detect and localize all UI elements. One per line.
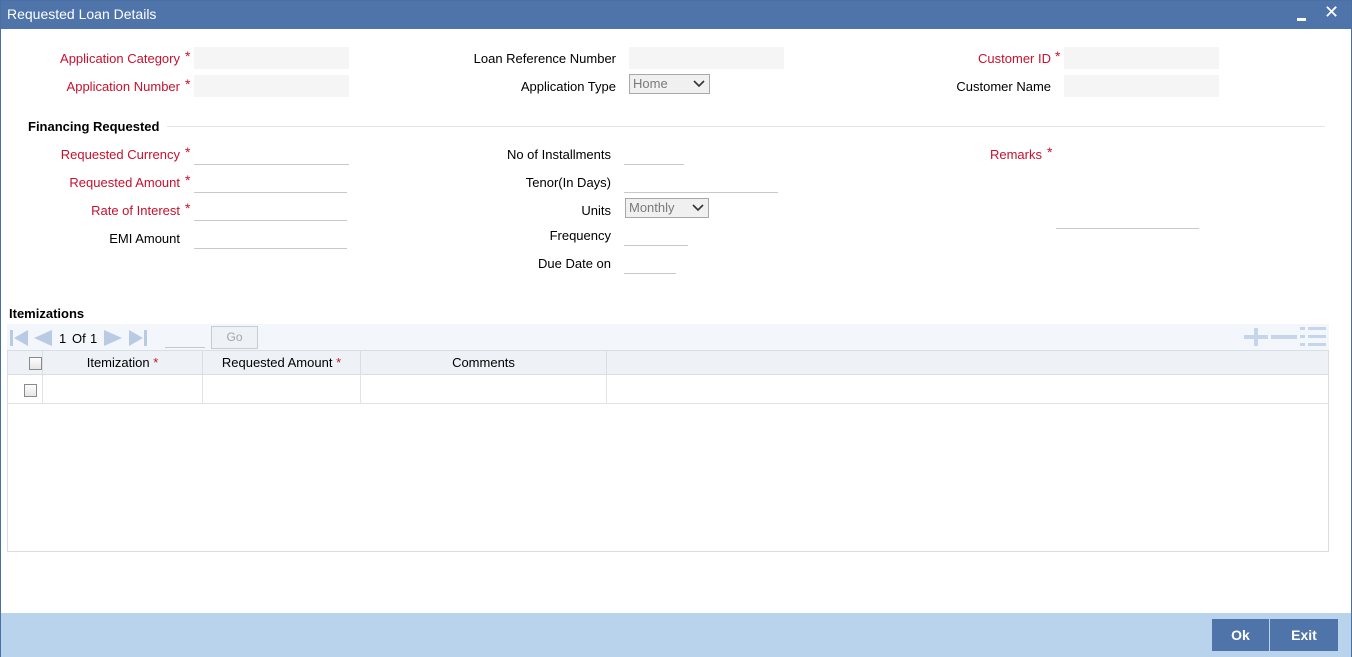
remarks-input[interactable] <box>1056 207 1199 229</box>
chevron-down-icon <box>692 204 704 212</box>
customer-name-label: Customer Name <box>956 79 1051 94</box>
add-row-icon[interactable] <box>1244 328 1268 346</box>
page-of-label: Of <box>72 331 86 346</box>
no-of-installments-label: No of Installments <box>506 147 611 162</box>
no-of-installments-input[interactable] <box>624 143 684 165</box>
frequency-input[interactable] <box>624 224 688 246</box>
emi-amount-input[interactable] <box>194 227 347 249</box>
select-all-cell <box>8 351 43 375</box>
table-row[interactable] <box>8 375 1328 404</box>
due-date-on-input[interactable] <box>624 252 676 274</box>
requested-currency-label: Requested Currency <box>60 147 180 162</box>
table-header: Itemization * Requested Amount * Comment… <box>8 351 1328 375</box>
application-type-label: Application Type <box>520 79 616 94</box>
row-checkbox[interactable] <box>24 384 37 397</box>
itemizations-table: Itemization * Requested Amount * Comment… <box>7 350 1329 552</box>
tenor-input[interactable] <box>624 171 778 193</box>
go-button[interactable]: Go <box>211 326 258 349</box>
requested-currency-input[interactable] <box>194 143 349 165</box>
customer-id-label: Customer ID <box>978 51 1051 66</box>
tenor-label: Tenor(In Days) <box>525 175 611 190</box>
requested-amount-label: Requested Amount <box>69 175 180 190</box>
close-icon[interactable]: ✕ <box>1324 2 1339 23</box>
application-category-input[interactable] <box>194 47 349 69</box>
units-label: Units <box>581 203 611 218</box>
application-number-label: Application Number <box>66 79 180 94</box>
window-title: Requested Loan Details <box>7 6 157 22</box>
frequency-label: Frequency <box>549 228 611 243</box>
delete-row-icon[interactable] <box>1271 328 1297 346</box>
requested-amount-input[interactable] <box>194 171 347 193</box>
required-marker: * <box>185 200 191 216</box>
loan-reference-number-input[interactable] <box>629 47 784 69</box>
last-page-icon[interactable] <box>128 329 148 347</box>
required-marker: * <box>185 144 191 160</box>
itemization-cell[interactable] <box>43 375 203 404</box>
units-selected: Monthly <box>629 200 675 215</box>
application-type-select[interactable]: Home <box>629 74 710 94</box>
rate-of-interest-label: Rate of Interest <box>91 203 180 218</box>
requested-amount-cell[interactable] <box>203 375 361 404</box>
exit-button[interactable]: Exit <box>1270 619 1338 651</box>
first-page-icon[interactable] <box>9 329 29 347</box>
required-marker: * <box>185 48 191 64</box>
application-number-input[interactable] <box>194 75 349 97</box>
column-header-comments[interactable]: Comments <box>361 351 607 375</box>
title-bar: Requested Loan Details ✕ <box>1 1 1351 29</box>
column-header-itemization[interactable]: Itemization * <box>43 351 203 375</box>
application-category-label: Application Category <box>60 51 180 66</box>
remarks-label: Remarks <box>989 147 1042 162</box>
previous-page-icon[interactable] <box>33 329 53 347</box>
required-marker: * <box>185 76 191 92</box>
select-all-checkbox[interactable] <box>29 357 42 370</box>
customer-name-input[interactable] <box>1064 75 1219 97</box>
required-marker: * <box>1047 144 1053 160</box>
minimize-icon[interactable] <box>1295 7 1309 23</box>
total-pages: 1 <box>90 331 98 346</box>
comments-cell[interactable] <box>361 375 607 404</box>
customer-id-input[interactable] <box>1064 47 1219 69</box>
required-marker: * <box>1055 48 1061 64</box>
section-divider <box>167 126 1325 127</box>
due-date-on-label: Due Date on <box>538 256 611 271</box>
chevron-down-icon <box>693 80 705 88</box>
requested-loan-details-window: Requested Loan Details ✕ Application Cat… <box>0 0 1352 657</box>
footer-bar: Ok Exit <box>1 613 1351 657</box>
financing-requested-heading: Financing Requested <box>28 119 160 134</box>
rate-of-interest-input[interactable] <box>194 199 347 221</box>
page-number-input[interactable] <box>165 326 205 348</box>
next-page-icon[interactable] <box>103 329 123 347</box>
itemizations-heading: Itemizations <box>9 306 85 321</box>
emi-amount-label: EMI Amount <box>109 231 180 246</box>
current-page: 1 <box>59 331 67 346</box>
row-select-cell <box>8 375 43 404</box>
loan-reference-number-label: Loan Reference Number <box>473 51 616 66</box>
units-select[interactable]: Monthly <box>625 198 709 218</box>
application-type-selected: Home <box>633 76 668 91</box>
itemizations-toolbar <box>7 324 1329 350</box>
ok-button[interactable]: Ok <box>1212 619 1269 651</box>
column-header-requested-amount[interactable]: Requested Amount * <box>203 351 361 375</box>
single-record-view-icon[interactable] <box>1300 326 1326 348</box>
required-marker: * <box>185 172 191 188</box>
